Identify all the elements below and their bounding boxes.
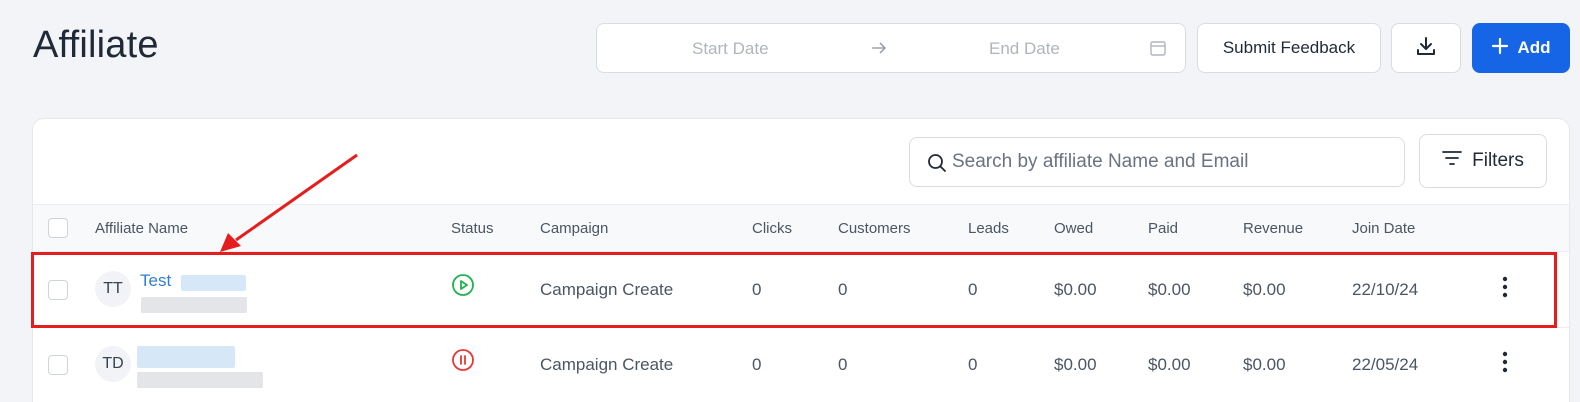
date-range-picker[interactable]: Start Date End Date [596, 23, 1186, 73]
filters-label: Filters [1472, 150, 1524, 171]
clicks-cell: 0 [752, 355, 762, 374]
search-icon [927, 153, 947, 178]
join-date-cell: 22/05/24 [1352, 355, 1419, 374]
add-button[interactable]: Add [1472, 23, 1570, 73]
table-header: Affiliate Name Status Campaign Clicks Cu… [33, 204, 1569, 252]
leads-cell: 0 [968, 355, 978, 374]
owed-cell: $0.00 [1054, 355, 1097, 374]
column-header-owed[interactable]: Owed [1054, 220, 1093, 237]
column-header-join-date[interactable]: Join Date [1352, 220, 1415, 237]
column-header-status[interactable]: Status [451, 220, 494, 237]
column-header-affiliate-name[interactable]: Affiliate Name [95, 220, 188, 237]
redacted-email [137, 372, 263, 388]
column-header-leads[interactable]: Leads [968, 220, 1009, 237]
add-label: Add [1517, 38, 1551, 57]
filters-button[interactable]: Filters [1419, 134, 1547, 188]
column-header-paid[interactable]: Paid [1148, 220, 1178, 237]
redacted-name [137, 346, 235, 368]
paid-cell: $0.00 [1148, 355, 1191, 374]
revenue-cell: $0.00 [1243, 355, 1286, 374]
download-icon [1414, 34, 1438, 63]
plus-icon [1491, 37, 1509, 60]
search-box[interactable] [909, 137, 1405, 187]
column-header-customers[interactable]: Customers [838, 220, 911, 237]
submit-feedback-label: Submit Feedback [1222, 38, 1356, 57]
campaign-cell: Campaign Create [540, 355, 674, 374]
end-date-input[interactable]: End Date [989, 39, 1060, 59]
start-date-input[interactable]: Start Date [692, 39, 769, 59]
select-all-checkbox[interactable] [48, 218, 68, 238]
search-input[interactable] [952, 150, 1392, 174]
column-header-campaign[interactable]: Campaign [540, 220, 608, 237]
arrow-right-icon [870, 39, 888, 62]
download-button[interactable] [1391, 23, 1461, 73]
filter-lines-icon [1442, 149, 1463, 173]
submit-feedback-button[interactable]: Submit Feedback [1197, 23, 1381, 73]
highlight-box [31, 252, 1557, 328]
avatar: TD [95, 346, 131, 382]
column-header-revenue[interactable]: Revenue [1243, 220, 1303, 237]
page-title: Affiliate [33, 24, 159, 66]
customers-cell: 0 [838, 355, 848, 374]
pause-circle-icon[interactable] [451, 348, 475, 377]
calendar-icon[interactable] [1149, 39, 1167, 62]
more-options-icon[interactable] [1501, 351, 1509, 378]
column-header-clicks[interactable]: Clicks [752, 220, 792, 237]
table-row[interactable]: TD Campaign Create 0 0 0 $0.00 $0.00 $0.… [33, 328, 1569, 402]
row-checkbox[interactable] [48, 355, 68, 375]
